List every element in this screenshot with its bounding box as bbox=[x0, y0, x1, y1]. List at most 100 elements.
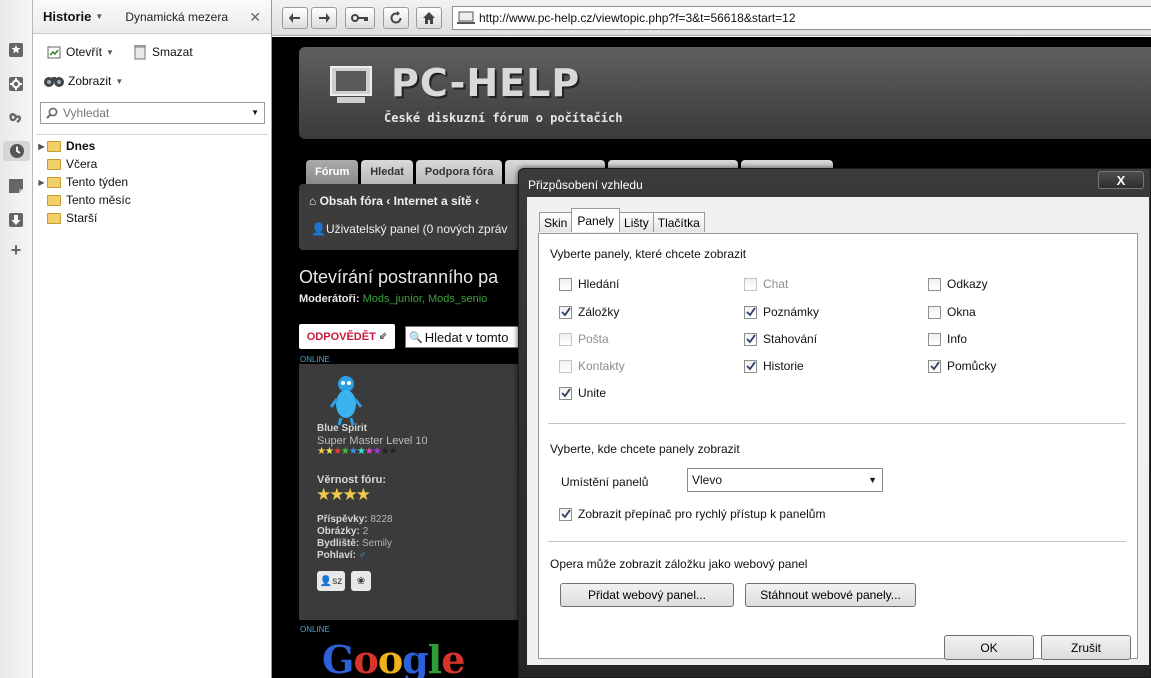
open-icon bbox=[45, 44, 63, 60]
avatar[interactable] bbox=[329, 374, 363, 426]
checkbox-windows[interactable]: Okna bbox=[928, 305, 976, 319]
view-button[interactable]: Zobrazit ▼ bbox=[43, 73, 123, 89]
panel-tab-dynamic-space[interactable]: Dynamická mezera bbox=[125, 10, 228, 24]
checkbox-info[interactable]: Info bbox=[928, 332, 967, 346]
tab-skin[interactable]: Skin bbox=[539, 212, 573, 232]
post-username[interactable]: Blue Spirit bbox=[317, 423, 367, 434]
delete-button[interactable]: Smazat bbox=[131, 44, 193, 60]
delete-label: Smazat bbox=[152, 45, 193, 59]
history-search[interactable]: ▼ bbox=[40, 102, 265, 124]
add-panel-icon[interactable]: + bbox=[6, 240, 26, 260]
dialog-close-button[interactable]: X bbox=[1098, 171, 1144, 189]
checkbox[interactable] bbox=[928, 359, 941, 373]
topic-title[interactable]: Otevírání postranního pa bbox=[299, 267, 498, 288]
panel-title[interactable]: Historie bbox=[43, 9, 91, 24]
expand-arrow-icon[interactable]: ▶ bbox=[36, 178, 47, 187]
history-panel: Historie ▼ Dynamická mezera ✕ Otevřít ▼ … bbox=[33, 0, 272, 678]
notes-panel-icon[interactable] bbox=[6, 176, 26, 196]
flower-icon: ❀ bbox=[356, 575, 366, 587]
checkbox-unite[interactable]: Unite bbox=[559, 386, 606, 400]
site-logo[interactable]: PC-HELP bbox=[391, 61, 580, 105]
checkbox[interactable] bbox=[559, 386, 572, 400]
checkbox-links[interactable]: Odkazy bbox=[928, 277, 988, 291]
reload-button[interactable] bbox=[383, 7, 409, 29]
history-search-input[interactable] bbox=[63, 106, 238, 120]
unite-panel-icon[interactable] bbox=[6, 107, 26, 127]
checkbox[interactable] bbox=[559, 277, 572, 291]
bookmarks-panel-icon[interactable] bbox=[6, 40, 26, 60]
checkbox-widgets[interactable]: Pomůcky bbox=[928, 359, 996, 373]
moderators-links[interactable]: Mods_junior, Mods_senio bbox=[363, 293, 488, 305]
checkbox[interactable] bbox=[928, 332, 941, 346]
widgets-panel-icon[interactable] bbox=[6, 74, 26, 94]
tree-item-this-week[interactable]: ▶ Tento týden bbox=[36, 173, 268, 191]
position-select[interactable]: Vlevo ▼ bbox=[687, 468, 883, 492]
tree-item-yesterday[interactable]: Včera bbox=[36, 155, 268, 173]
checkbox[interactable] bbox=[744, 305, 757, 319]
pm-button[interactable]: 👤 sz bbox=[317, 571, 345, 591]
checkbox[interactable] bbox=[744, 359, 757, 373]
folder-icon bbox=[47, 212, 61, 224]
search-topic-input[interactable]: 🔍 Hledat v tomto bbox=[405, 326, 525, 348]
tab-toolbars[interactable]: Lišty bbox=[619, 212, 654, 232]
checkbox[interactable] bbox=[928, 277, 941, 291]
open-button[interactable]: Otevřít ▼ bbox=[45, 44, 114, 60]
checkbox-history[interactable]: Historie bbox=[744, 359, 804, 373]
checkmark-icon bbox=[560, 509, 571, 519]
google-logo[interactable]: Google bbox=[322, 637, 465, 678]
tab-search[interactable]: Hledat bbox=[361, 160, 413, 184]
history-panel-icon[interactable] bbox=[3, 141, 30, 161]
download-web-panels-button[interactable]: Stáhnout webové panely... bbox=[745, 583, 916, 607]
checkbox-chat: Chat bbox=[744, 277, 788, 291]
back-button[interactable] bbox=[282, 7, 308, 29]
breadcrumb[interactable]: ⌂ Obsah fóra ‹ Internet a sítě ‹ bbox=[309, 194, 479, 208]
checkbox-quick-switch[interactable]: Zobrazit přepínač pro rychlý přístup k p… bbox=[559, 507, 825, 521]
binoculars-icon bbox=[43, 73, 65, 89]
checkbox-bookmarks[interactable]: Záložky bbox=[559, 305, 619, 319]
male-icon: ♂ bbox=[358, 550, 367, 561]
expand-arrow-icon[interactable]: ▶ bbox=[36, 142, 47, 151]
history-tree: ▶ Dnes Včera ▶ Tento týden Tento měsíc S… bbox=[36, 134, 268, 227]
breadcrumb-text[interactable]: Obsah fóra ‹ Internet a sítě ‹ bbox=[320, 194, 479, 208]
cancel-button[interactable]: Zrušit bbox=[1041, 635, 1131, 660]
tree-item-older[interactable]: Starší bbox=[36, 209, 268, 227]
address-bar[interactable]: http://www.pc-help.cz/viewtopic.php?f=3&… bbox=[452, 6, 1151, 30]
tab-forum[interactable]: Fórum bbox=[306, 160, 359, 184]
checkbox[interactable] bbox=[744, 332, 757, 346]
close-icon[interactable]: ✕ bbox=[249, 9, 261, 26]
user-panel-text[interactable]: Uživatelský panel (0 nových zpráv bbox=[326, 222, 507, 236]
ok-button[interactable]: OK bbox=[944, 635, 1034, 660]
forward-button[interactable] bbox=[311, 7, 337, 29]
tree-item-label: Tento týden bbox=[66, 175, 129, 189]
checkbox[interactable] bbox=[928, 305, 941, 319]
tree-item-label: Tento měsíc bbox=[66, 193, 131, 207]
tab-buttons[interactable]: Tlačítka bbox=[652, 212, 705, 232]
tab-forum-support[interactable]: Podpora fóra bbox=[415, 160, 503, 184]
customize-dialog: Přizpůsobení vzhledu X Skin Panely Lišty… bbox=[518, 168, 1151, 678]
tree-item-this-month[interactable]: Tento měsíc bbox=[36, 191, 268, 209]
web-panel-text: Opera může zobrazit záložku jako webový … bbox=[550, 557, 808, 571]
icq-button[interactable]: ❀ bbox=[351, 571, 371, 591]
chevron-down-icon[interactable]: ▼ bbox=[251, 108, 259, 117]
chevron-down-icon: ▼ bbox=[868, 475, 877, 485]
checkbox[interactable] bbox=[559, 507, 572, 521]
checkbox[interactable] bbox=[559, 305, 572, 319]
image-count: Obrázky: 2 bbox=[317, 526, 369, 537]
browser-toolbar: http://www.pc-help.cz/viewtopic.php?f=3&… bbox=[272, 0, 1151, 36]
panel-selector-strip: + bbox=[0, 0, 33, 678]
downloads-panel-icon[interactable] bbox=[6, 210, 26, 230]
url-text[interactable]: http://www.pc-help.cz/viewtopic.php?f=3&… bbox=[479, 11, 796, 25]
checkbox-downloads[interactable]: Stahování bbox=[744, 332, 817, 346]
wand-button[interactable] bbox=[345, 7, 375, 29]
folder-icon bbox=[47, 194, 61, 206]
tab-panels[interactable]: Panely bbox=[571, 208, 621, 232]
chevron-down-icon[interactable]: ▼ bbox=[95, 12, 103, 21]
checkbox-search[interactable]: Hledání bbox=[559, 277, 619, 291]
reply-button[interactable]: ODPOVĚDĚT ⇙ bbox=[299, 324, 395, 349]
home-button[interactable] bbox=[416, 7, 442, 29]
page-icon bbox=[457, 11, 475, 24]
user-panel-link[interactable]: 👤Uživatelský panel (0 nových zpráv bbox=[311, 222, 507, 236]
checkbox-notes[interactable]: Poznámky bbox=[744, 305, 819, 319]
add-web-panel-button[interactable]: Přidat webový panel... bbox=[560, 583, 734, 607]
tree-item-today[interactable]: ▶ Dnes bbox=[36, 137, 268, 155]
